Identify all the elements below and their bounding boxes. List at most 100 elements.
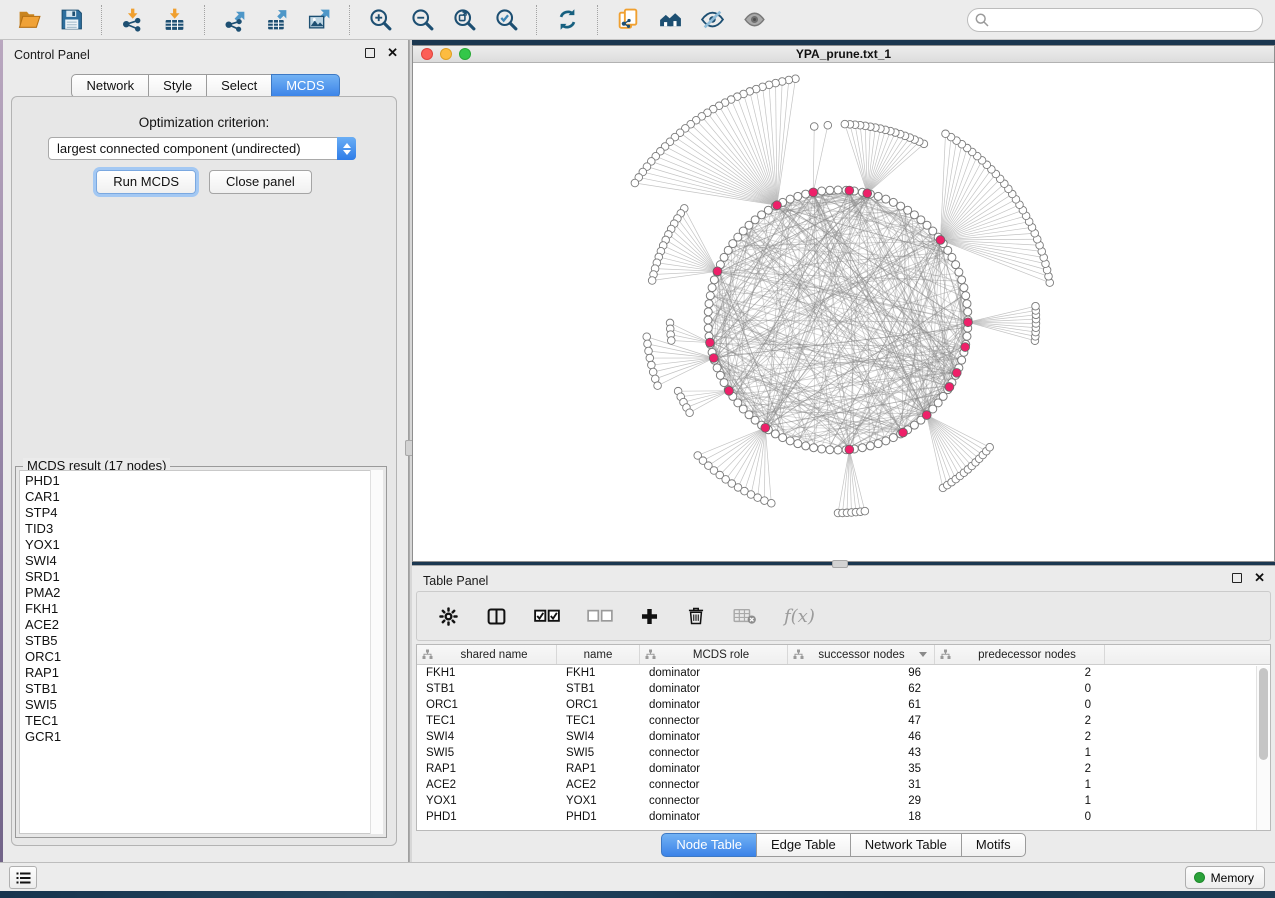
network-node[interactable] — [802, 442, 810, 450]
cell-shared-name[interactable]: YOX1 — [417, 793, 557, 809]
mcds-result-item[interactable]: SRD1 — [25, 569, 382, 585]
cell-successor-nodes[interactable]: 43 — [788, 745, 935, 761]
network-node[interactable] — [986, 443, 994, 451]
network-node[interactable] — [866, 442, 874, 450]
mcds-node[interactable] — [761, 423, 770, 432]
mcds-result-item[interactable]: SWI5 — [25, 697, 382, 713]
cell-predecessor-nodes[interactable]: 0 — [935, 681, 1105, 697]
network-node[interactable] — [645, 347, 653, 355]
function-builder-button[interactable]: f(x) — [784, 606, 815, 627]
mcds-list-scrollbar[interactable] — [370, 470, 383, 834]
mcds-result-item[interactable]: STP4 — [25, 505, 382, 521]
cell-successor-nodes[interactable]: 46 — [788, 729, 935, 745]
mcds-result-item[interactable]: SWI4 — [25, 553, 382, 569]
network-node[interactable] — [704, 308, 712, 316]
network-node[interactable] — [644, 340, 652, 348]
tab-motifs[interactable]: Motifs — [961, 833, 1026, 857]
network-node[interactable] — [882, 437, 890, 445]
mcds-node[interactable] — [899, 428, 908, 437]
network-node[interactable] — [958, 356, 966, 364]
import-network-button[interactable] — [116, 4, 148, 36]
network-node[interactable] — [794, 440, 802, 448]
close-panel-icon[interactable]: ✕ — [387, 48, 398, 58]
tab-network-table[interactable]: Network Table — [850, 833, 962, 857]
network-node[interactable] — [705, 300, 713, 308]
close-table-panel-icon[interactable]: ✕ — [1254, 573, 1265, 583]
cell-predecessor-nodes[interactable]: 2 — [935, 729, 1105, 745]
float-panel-icon[interactable] — [365, 48, 375, 58]
cell-name[interactable]: ACE2 — [557, 777, 640, 793]
network-node[interactable] — [654, 382, 662, 390]
mcds-result-item[interactable]: ACE2 — [25, 617, 382, 633]
mcds-node[interactable] — [845, 186, 854, 195]
mcds-node[interactable] — [961, 343, 970, 352]
tab-node-table[interactable]: Node Table — [661, 833, 757, 857]
cell-name[interactable]: PHD1 — [557, 809, 640, 825]
cell-successor-nodes[interactable]: 35 — [788, 761, 935, 777]
column-header-successor-nodes[interactable]: successor nodes — [788, 645, 935, 664]
cell-predecessor-nodes[interactable]: 0 — [935, 809, 1105, 825]
network-node[interactable] — [834, 446, 842, 454]
cell-shared-name[interactable]: FKH1 — [417, 665, 557, 681]
cell-predecessor-nodes[interactable]: 1 — [935, 793, 1105, 809]
cell-shared-name[interactable]: TEC1 — [417, 713, 557, 729]
cell-name[interactable]: TEC1 — [557, 713, 640, 729]
cell-predecessor-nodes[interactable]: 2 — [935, 665, 1105, 681]
network-node[interactable] — [824, 121, 832, 129]
cell-shared-name[interactable]: SWI5 — [417, 745, 557, 761]
open-file-button[interactable] — [13, 4, 45, 36]
mcds-node[interactable] — [964, 318, 973, 327]
delete-column-button[interactable] — [686, 606, 706, 626]
cell-shared-name[interactable]: PHD1 — [417, 809, 557, 825]
network-canvas[interactable] — [413, 63, 1274, 561]
network-node[interactable] — [686, 409, 694, 417]
cell-MCDS-role[interactable]: connector — [640, 793, 788, 809]
cell-name[interactable]: FKH1 — [557, 665, 640, 681]
network-node[interactable] — [631, 179, 639, 187]
cell-MCDS-role[interactable]: connector — [640, 777, 788, 793]
network-node[interactable] — [942, 130, 950, 138]
mcds-node[interactable] — [773, 201, 782, 210]
network-node[interactable] — [818, 187, 826, 195]
import-table-button[interactable] — [158, 4, 190, 36]
cell-successor-nodes[interactable]: 61 — [788, 697, 935, 713]
mcds-node[interactable] — [809, 188, 818, 197]
network-window-titlebar[interactable]: YPA_prune.txt_1 — [413, 46, 1274, 63]
column-header-name[interactable]: name — [557, 645, 640, 664]
mcds-result-item[interactable]: TEC1 — [25, 713, 382, 729]
mcds-result-item[interactable]: PMA2 — [25, 585, 382, 601]
cell-MCDS-role[interactable]: dominator — [640, 665, 788, 681]
cell-shared-name[interactable]: SWI4 — [417, 729, 557, 745]
tab-network[interactable]: Network — [71, 74, 149, 98]
create-column-button[interactable] — [640, 607, 659, 626]
column-header-MCDS-role[interactable]: MCDS role — [640, 645, 788, 664]
table-scrollbar[interactable] — [1256, 666, 1270, 830]
network-node[interactable] — [704, 316, 712, 324]
mcds-node[interactable] — [709, 354, 718, 363]
network-node[interactable] — [786, 437, 794, 445]
mcds-node[interactable] — [936, 236, 945, 245]
network-node[interactable] — [708, 284, 716, 292]
cell-MCDS-role[interactable]: dominator — [640, 761, 788, 777]
cell-name[interactable]: SWI5 — [557, 745, 640, 761]
hide-selected-button[interactable] — [696, 4, 728, 36]
network-node[interactable] — [826, 186, 834, 194]
mcds-result-item[interactable]: STB1 — [25, 681, 382, 697]
search-input[interactable] — [967, 8, 1263, 32]
network-node[interactable] — [818, 445, 826, 453]
cell-successor-nodes[interactable]: 47 — [788, 713, 935, 729]
tab-select[interactable]: Select — [206, 74, 272, 98]
select-all-rows-button[interactable] — [534, 609, 560, 623]
network-node[interactable] — [958, 276, 966, 284]
table-scrollbar-thumb[interactable] — [1259, 668, 1268, 760]
network-node[interactable] — [952, 261, 960, 269]
cell-successor-nodes[interactable]: 62 — [788, 681, 935, 697]
network-node[interactable] — [794, 192, 802, 200]
network-node[interactable] — [826, 446, 834, 454]
float-table-panel-icon[interactable] — [1232, 573, 1242, 583]
cell-predecessor-nodes[interactable]: 1 — [935, 777, 1105, 793]
cell-predecessor-nodes[interactable]: 1 — [935, 745, 1105, 761]
mcds-node[interactable] — [706, 338, 715, 347]
export-table-button[interactable] — [261, 4, 293, 36]
mcds-node[interactable] — [922, 411, 931, 420]
